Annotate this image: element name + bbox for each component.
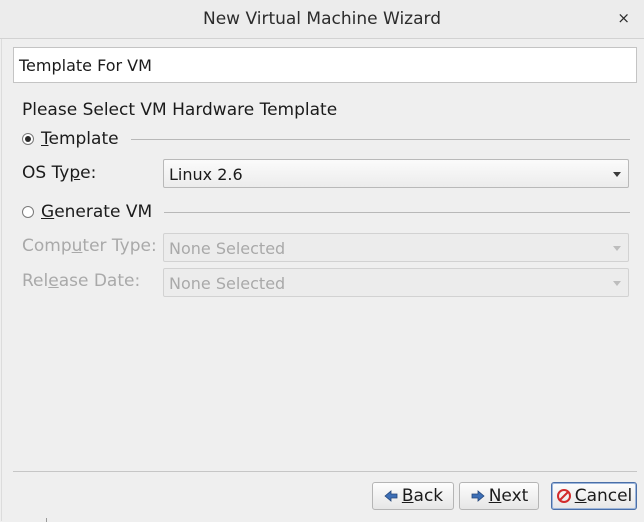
cancel-icon bbox=[556, 489, 571, 503]
os-type-select[interactable]: Linux 2.6 bbox=[163, 159, 629, 188]
release-date-select[interactable]: None Selected bbox=[163, 268, 629, 297]
back-button[interactable]: Back bbox=[372, 482, 454, 510]
wizard-content: Template For VM Please Select VM Hardwar… bbox=[1, 39, 643, 521]
wizard-header-text: Template For VM bbox=[19, 56, 152, 75]
arrow-right-icon bbox=[471, 490, 485, 502]
arrow-left-icon bbox=[384, 490, 398, 502]
computer-type-select[interactable]: None Selected bbox=[163, 233, 629, 262]
generate-vm-radio-label[interactable]: Generate VM bbox=[41, 202, 152, 222]
cancel-button[interactable]: Cancel bbox=[551, 482, 637, 510]
chevron-down-icon bbox=[613, 281, 621, 286]
release-date-value: None Selected bbox=[169, 274, 286, 293]
generate-vm-radio[interactable] bbox=[22, 206, 34, 218]
window-title: New Virtual Machine Wizard bbox=[203, 9, 441, 29]
os-type-label: OS Type: bbox=[22, 163, 97, 183]
generate-group-line bbox=[164, 211, 630, 213]
footer-separator bbox=[13, 471, 637, 472]
release-date-label: Release Date: bbox=[22, 271, 141, 291]
title-bar: New Virtual Machine Wizard × bbox=[0, 0, 644, 39]
chevron-down-icon bbox=[613, 172, 621, 177]
template-radio-label[interactable]: Template bbox=[41, 129, 119, 149]
resize-corner-mark bbox=[46, 518, 47, 522]
computer-type-label: Computer Type: bbox=[22, 236, 157, 256]
template-group-line bbox=[130, 138, 630, 140]
generate-radio-row[interactable]: Generate VM bbox=[22, 201, 630, 223]
template-radio[interactable] bbox=[22, 133, 34, 145]
chevron-down-icon bbox=[613, 246, 621, 251]
back-button-label: Back bbox=[401, 486, 444, 506]
computer-type-value: None Selected bbox=[169, 239, 286, 258]
wizard-header-box: Template For VM bbox=[13, 47, 637, 83]
next-button[interactable]: Next bbox=[459, 482, 539, 510]
template-radio-row[interactable]: Template bbox=[22, 128, 630, 150]
close-icon[interactable]: × bbox=[617, 9, 630, 27]
cancel-button-label: Cancel bbox=[574, 486, 633, 506]
os-type-value: Linux 2.6 bbox=[169, 165, 243, 184]
next-button-label: Next bbox=[488, 486, 529, 506]
section-title: Please Select VM Hardware Template bbox=[22, 100, 338, 120]
